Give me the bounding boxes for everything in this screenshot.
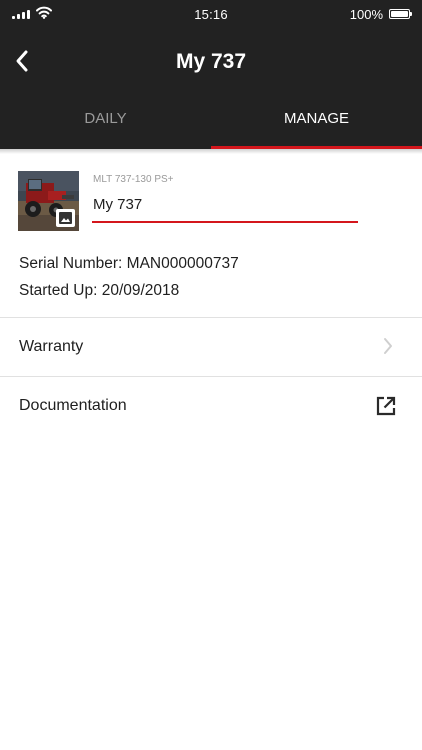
app-header: 15:16 100% My 737 DAILY MANAGE [0, 0, 422, 149]
nav-bar: My 737 [0, 30, 422, 94]
battery-icon [389, 9, 412, 19]
machine-summary: MLT 737-130 PS+ Serial Number: MAN000000… [0, 149, 422, 317]
tab-daily[interactable]: DAILY [0, 94, 211, 149]
battery-percent: 100% [349, 7, 383, 22]
serial-number: Serial Number: MAN000000737 [19, 255, 239, 272]
name-field-underline [92, 221, 358, 223]
machine-name-field[interactable] [92, 191, 358, 224]
chevron-right-icon [384, 338, 392, 354]
tab-manage[interactable]: MANAGE [211, 94, 422, 149]
warranty-row[interactable]: Warranty [0, 318, 422, 376]
tab-manage-label: MANAGE [283, 110, 349, 127]
documentation-row[interactable]: Documentation [0, 377, 422, 435]
machine-thumbnail[interactable] [18, 171, 79, 231]
image-icon [56, 209, 75, 227]
documentation-label: Documentation [19, 397, 127, 414]
warranty-label: Warranty [19, 338, 84, 355]
machine-model: MLT 737-130 PS+ [93, 174, 174, 185]
status-bar: 15:16 100% [0, 0, 422, 30]
external-link-icon [376, 396, 396, 416]
machine-name-input[interactable] [92, 191, 358, 218]
page-title: My 737 [175, 50, 247, 73]
started-up-date: Started Up: 20/09/2018 [19, 282, 180, 299]
tab-bar: DAILY MANAGE [0, 94, 422, 149]
